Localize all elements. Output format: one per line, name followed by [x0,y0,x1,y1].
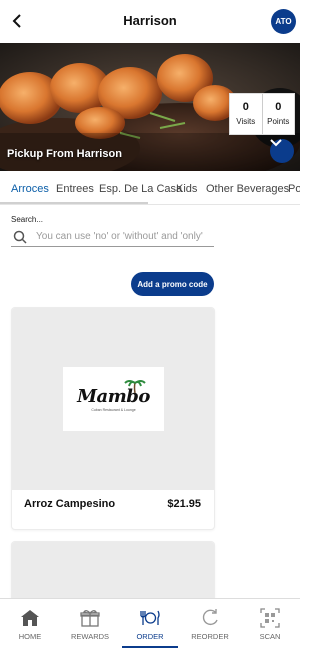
search-field [11,227,214,247]
tab-kids[interactable]: Kids [176,183,197,195]
palm-tree-icon [124,380,146,393]
stat-visits: 0 Visits [230,94,262,134]
nav-label: HOME [18,632,42,641]
menu-item-name: Arroz Campesino [24,498,116,510]
menu-item-card[interactable]: Mambo Cuban Restaurant & Lounge Arroz Ca… [11,307,215,530]
avatar[interactable]: ATO [271,9,296,34]
nav-label: REORDER [191,632,229,641]
stat-label: Visits [236,117,256,126]
bottom-navigation: HOME REWARDS ORDER REORDER SCAN [0,598,300,650]
nav-label: SCAN [259,632,281,641]
stats-panel: 0 Visits 0 Points [229,93,295,135]
page-title: Harrison [123,13,177,28]
search-icon [12,229,28,245]
chevron-down-icon [270,139,282,147]
menu-item-image: Mambo Cuban Restaurant & Lounge [12,308,214,490]
dining-icon [139,608,161,628]
logo-tagline: Cuban Restaurant & Lounge [91,408,136,412]
nav-label: REWARDS [70,632,110,641]
search-input[interactable] [36,231,211,242]
tab-arroces[interactable]: Arroces [11,183,49,195]
category-tabs: Arroces Entrees Esp. De La Casa Kids Oth… [0,171,300,205]
app-header: Harrison ATO [0,0,300,43]
tabs-scrollbar[interactable] [0,202,148,204]
nav-active-indicator [122,646,178,648]
add-promo-code-button[interactable]: Add a promo code [131,272,214,296]
home-icon [19,608,41,628]
stat-points: 0 Points [261,94,295,134]
nav-rewards[interactable]: REWARDS [60,599,120,650]
tab-other-beverages[interactable]: Other Beverages [206,183,289,195]
expand-location-button[interactable] [270,139,294,163]
nav-home[interactable]: HOME [0,599,60,650]
refresh-icon [199,608,221,628]
tab-postres[interactable]: Postres [288,183,300,195]
nav-scan[interactable]: SCAN [240,599,300,650]
qr-scan-icon [259,608,281,628]
tab-entrees[interactable]: Entrees [56,183,94,195]
nav-reorder[interactable]: REORDER [180,599,240,650]
stat-value: 0 [275,101,282,113]
nav-order[interactable]: ORDER [120,599,180,650]
nav-label: ORDER [136,632,164,641]
stat-value: 0 [242,101,249,113]
pickup-location-text: Pickup From Harrison [7,148,122,160]
tab-esp-de-la-casa[interactable]: Esp. De La Casa [99,183,182,195]
restaurant-logo: Mambo Cuban Restaurant & Lounge [63,367,164,431]
hero-banner: 0 Visits 0 Points Pickup From Harrison [0,43,300,171]
menu-item-price: $21.95 [167,498,201,510]
gift-icon [79,608,101,628]
search-label: Search... [11,215,44,224]
stat-label: Points [267,117,290,126]
